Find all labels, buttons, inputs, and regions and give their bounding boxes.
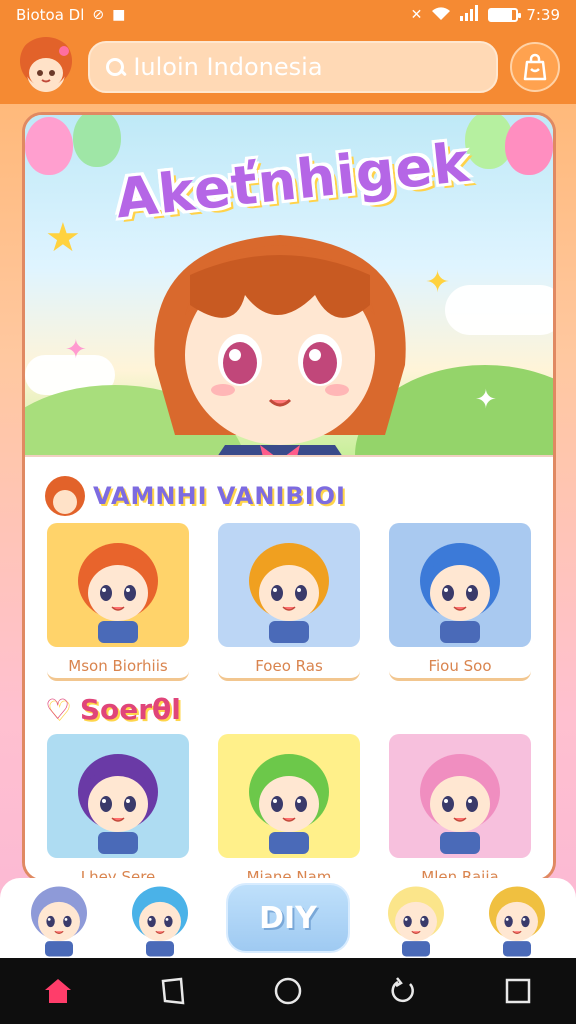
character-image[interactable] (47, 734, 189, 858)
back-icon[interactable] (149, 967, 197, 1015)
circle-home-icon[interactable] (264, 967, 312, 1015)
character-icon (132, 886, 188, 957)
character-tile[interactable]: Foeo Ras (216, 523, 362, 681)
character-section: VAMNHI VANIBIOI Mson Biorhiis Foeo Ras Fio… (25, 455, 553, 879)
status-time: 7:39 (526, 6, 560, 24)
status-left-text: Biotoa Dl (16, 6, 85, 24)
character-image[interactable] (389, 523, 531, 647)
signal-icon (460, 5, 480, 25)
cloud (445, 285, 553, 335)
character-label[interactable]: Fiou Soo (389, 653, 531, 681)
character-tile[interactable]: Lhey Sere (45, 734, 191, 879)
character-thumb[interactable] (24, 879, 94, 957)
hero-character (154, 235, 406, 455)
diy-button[interactable]: DIY (226, 883, 350, 953)
character-thumb[interactable] (381, 879, 451, 957)
character-tile[interactable]: Mlen Raiia (387, 734, 533, 879)
balloon (25, 117, 73, 175)
profile-button[interactable] (510, 42, 560, 92)
app-bar (0, 30, 576, 104)
star-icon: ★ (45, 215, 81, 261)
search-input[interactable] (133, 53, 482, 81)
hero-banner[interactable]: ★ ✦ ✦ ✦ Akeťnhigek (25, 115, 553, 455)
recents-icon[interactable] (379, 967, 427, 1015)
character-image[interactable] (389, 734, 531, 858)
character-grid: Mson Biorhiis Foeo Ras Fiou Soo (45, 523, 533, 681)
chibi-character (410, 533, 510, 643)
star-icon: ✦ (425, 265, 451, 300)
character-icon (31, 886, 87, 957)
search-bar[interactable] (88, 41, 498, 93)
balloon (505, 117, 553, 175)
character-tile[interactable]: Mson Biorhiis (45, 523, 191, 681)
sync-icon: ⊘ (92, 7, 105, 23)
vibrate-icon: ✕ (410, 7, 423, 23)
chibi-character (239, 744, 339, 854)
section-title: VAMNHI VANIBIOI (93, 482, 346, 510)
system-nav-bar (0, 958, 576, 1024)
chibi-character (239, 533, 339, 643)
character-tile[interactable]: Miane Nam (216, 734, 362, 879)
status-bar: Biotoa Dl ⊘ ■ ✕ 7:39 (0, 0, 576, 30)
sparkle-icon: ✦ (475, 385, 497, 415)
avatar-face-icon (24, 43, 69, 88)
character-bar: DIY (0, 878, 576, 958)
character-label[interactable]: Mson Biorhiis (47, 653, 189, 681)
character-thumb[interactable] (482, 879, 552, 957)
section-title-2: ♡ Soerθl (45, 693, 533, 726)
character-image[interactable] (47, 523, 189, 647)
sparkle-icon: ✦ (65, 335, 87, 365)
chibi-character (68, 744, 168, 854)
character-image[interactable] (218, 734, 360, 858)
character-thumb[interactable] (125, 879, 195, 957)
character-icon (388, 886, 444, 957)
chibi-character (410, 744, 510, 854)
bag-icon (523, 53, 547, 81)
battery-icon (488, 8, 522, 22)
character-image[interactable] (218, 523, 360, 647)
app-avatar[interactable] (16, 37, 76, 97)
wifi-icon (430, 5, 452, 25)
search-icon (104, 56, 125, 78)
chibi-character (68, 533, 168, 643)
character-grid-2: Lhey Sere Miane Nam Mlen Raiia (45, 734, 533, 879)
square-icon[interactable] (494, 967, 542, 1015)
character-icon (489, 886, 545, 957)
heart-icon: ♡ (45, 693, 80, 726)
character-tile[interactable]: Fiou Soo (387, 523, 533, 681)
character-label[interactable]: Foeo Ras (218, 653, 360, 681)
balloon (73, 115, 121, 167)
home-icon[interactable] (34, 967, 82, 1015)
main-card: ★ ✦ ✦ ✦ Akeťnhigek VAMNHI VANIBIOI Mson … (22, 112, 556, 882)
section-2-title-text: Soerθl (79, 693, 181, 726)
section-avatar (45, 476, 85, 516)
section-header: VAMNHI VANIBIOI (45, 473, 533, 519)
notification-icon: ■ (112, 7, 126, 23)
